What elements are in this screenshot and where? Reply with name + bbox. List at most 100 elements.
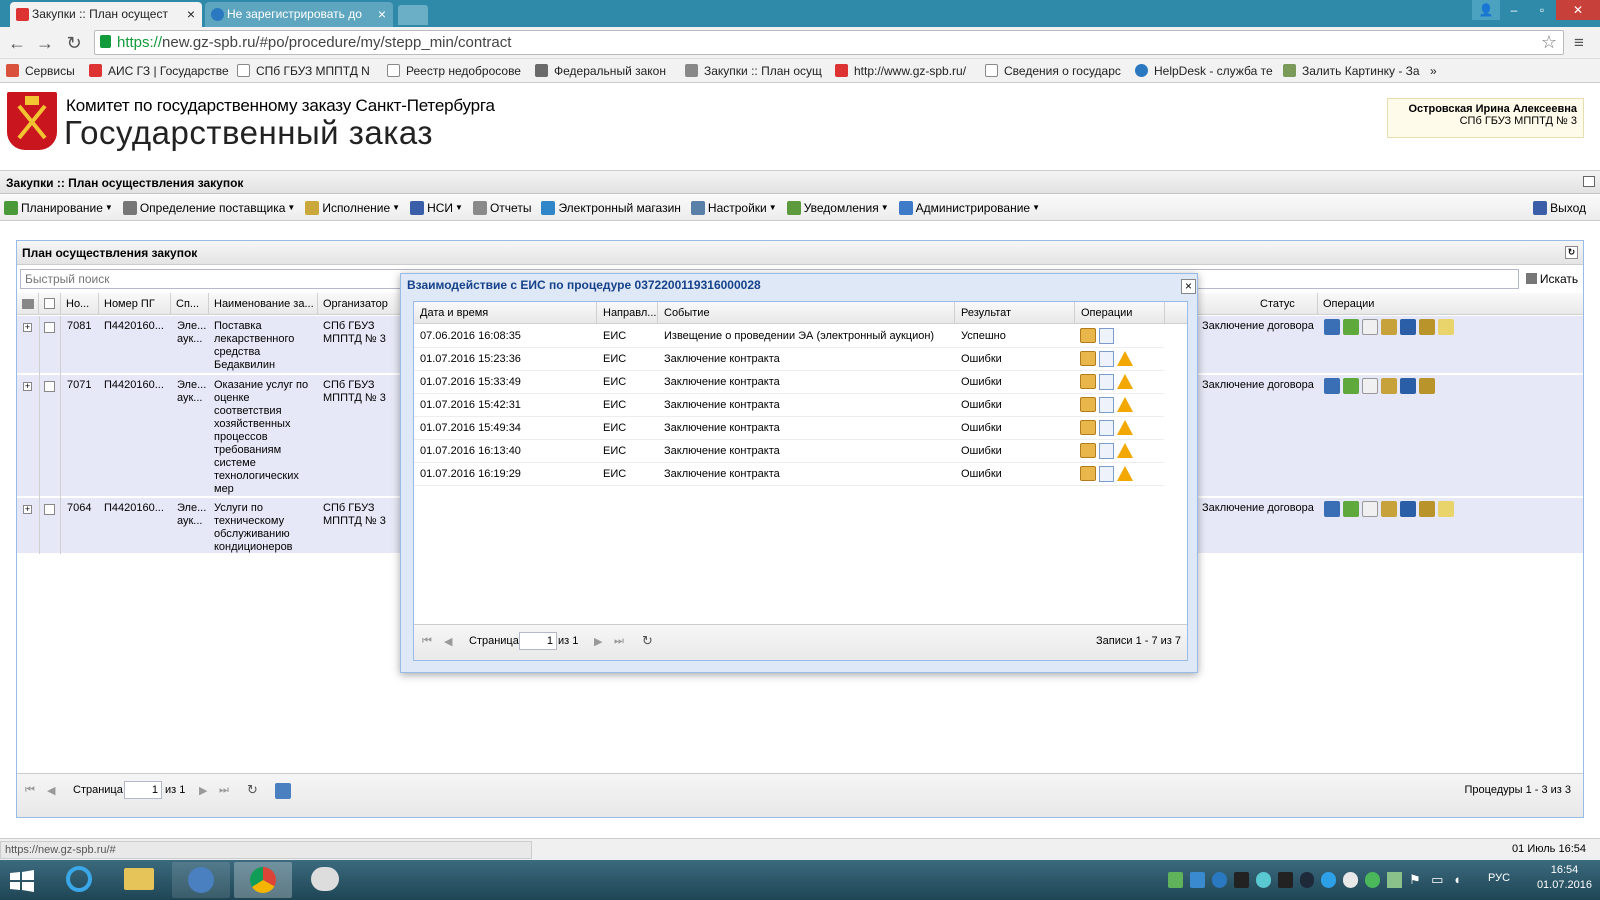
col-operations[interactable]: Операции — [1318, 293, 1583, 315]
menu-item[interactable]: Электронный магазин — [541, 200, 681, 215]
thunderbird-icon[interactable] — [172, 862, 230, 898]
language-indicator[interactable]: РУС — [1488, 872, 1510, 884]
menu-item[interactable]: Настройки ▼ — [690, 200, 777, 215]
col-datetime[interactable]: Дата и время — [414, 302, 597, 324]
first-page-icon[interactable]: ⏮ — [25, 784, 35, 797]
row-operation-icon[interactable] — [1324, 501, 1340, 517]
bookmark-item[interactable]: АИС ГЗ | Государстве — [89, 64, 237, 78]
document-icon[interactable] — [1099, 466, 1114, 482]
col-direction[interactable]: Направл... — [597, 302, 658, 324]
last-page-icon[interactable]: ⏭ — [219, 784, 229, 797]
row-operation-icon[interactable] — [1381, 378, 1397, 394]
col-result[interactable]: Результат — [955, 302, 1075, 324]
refresh-icon[interactable]: ↻ — [247, 782, 258, 798]
next-page-icon[interactable]: ▶ — [199, 784, 207, 797]
bookmark-item[interactable]: Федеральный закон — [535, 64, 685, 78]
volume-icon[interactable]: ◖ — [1453, 872, 1468, 888]
windows-start-icon[interactable] — [10, 870, 34, 892]
document-icon[interactable] — [1099, 328, 1114, 344]
select-all-checkbox[interactable] — [44, 298, 55, 309]
tray-app-icon[interactable] — [1299, 872, 1315, 888]
first-page-icon[interactable]: ⏮ — [422, 635, 432, 648]
menu-item[interactable]: Определение поставщика ▼ — [122, 200, 295, 215]
bookmark-item[interactable]: HelpDesk - служба те — [1135, 64, 1283, 78]
warning-icon[interactable] — [1117, 397, 1133, 412]
page-number-input[interactable]: 1 — [124, 781, 162, 799]
table-row[interactable]: 01.07.2016 15:49:34 ЕИС Заключение контрак… — [414, 417, 1164, 440]
row-operation-icon[interactable] — [1343, 378, 1359, 394]
next-page-icon[interactable]: ▶ — [594, 635, 602, 648]
row-operation-icon[interactable] — [1362, 378, 1378, 394]
col-name[interactable]: Наименование за... — [209, 293, 318, 315]
row-operation-icon[interactable] — [1324, 378, 1340, 394]
chrome-icon[interactable] — [234, 862, 292, 898]
tray-app-icon[interactable] — [1168, 872, 1183, 888]
tray-app-icon[interactable] — [1189, 872, 1205, 888]
explorer-icon[interactable] — [110, 862, 168, 898]
package-icon[interactable] — [1080, 397, 1096, 412]
close-dialog-button[interactable]: × — [1181, 279, 1196, 294]
bookmark-star-icon[interactable]: ☆ — [1541, 32, 1557, 53]
tray-app-icon[interactable] — [1233, 872, 1249, 888]
row-operation-icon[interactable] — [1362, 501, 1378, 517]
warning-icon[interactable] — [1117, 374, 1133, 389]
table-row[interactable]: 01.07.2016 16:13:40 ЕИС Заключение контрак… — [414, 440, 1164, 463]
tray-app-icon[interactable] — [1365, 872, 1381, 888]
warning-icon[interactable] — [1117, 351, 1133, 366]
reload-icon[interactable]: ↻ — [63, 32, 85, 54]
row-operation-icon[interactable] — [1343, 319, 1359, 335]
page-number-input[interactable]: 1 — [519, 632, 557, 650]
display-icon[interactable]: ▭ — [1431, 872, 1446, 888]
tray-app-icon[interactable] — [1343, 872, 1359, 888]
prev-page-icon[interactable]: ◀ — [444, 635, 452, 648]
last-page-icon[interactable]: ⏭ — [614, 635, 624, 648]
close-window-icon[interactable]: ✕ — [1556, 0, 1600, 20]
row-operation-icon[interactable] — [1419, 378, 1435, 394]
col-number[interactable]: Но... — [61, 293, 99, 315]
refresh-panel-icon[interactable]: ↻ — [1565, 246, 1578, 259]
table-row[interactable]: 01.07.2016 16:19:29 ЕИС Заключение контрак… — [414, 463, 1164, 486]
row-operation-icon[interactable] — [1343, 501, 1359, 517]
table-row[interactable]: 01.07.2016 15:42:31 ЕИС Заключение контрак… — [414, 394, 1164, 417]
collapse-panel-icon[interactable] — [1583, 176, 1595, 187]
prev-page-icon[interactable]: ◀ — [47, 784, 55, 797]
skype-icon[interactable] — [1321, 872, 1337, 888]
expand-row-icon[interactable]: + — [23, 382, 32, 391]
menu-item[interactable]: НСИ ▼ — [410, 200, 463, 215]
save-icon[interactable] — [275, 783, 291, 799]
document-icon[interactable] — [1099, 397, 1114, 413]
expand-row-icon[interactable]: + — [23, 323, 32, 332]
bookmark-item[interactable]: Сервисы — [6, 64, 89, 78]
profile-icon[interactable]: 👤 — [1472, 0, 1500, 20]
chrome-menu-icon[interactable]: ≡ — [1574, 33, 1584, 53]
package-icon[interactable] — [1080, 374, 1096, 389]
back-icon[interactable]: ← — [6, 32, 28, 54]
document-icon[interactable] — [1099, 443, 1114, 459]
close-tab-icon[interactable]: × — [378, 2, 386, 27]
document-icon[interactable] — [1099, 351, 1114, 367]
bookmark-item[interactable]: Залить Картинку - За — [1283, 64, 1430, 78]
row-operation-icon[interactable] — [1400, 501, 1416, 517]
network-icon[interactable] — [1387, 872, 1403, 888]
row-operation-icon[interactable] — [1362, 319, 1378, 335]
flag-icon[interactable]: ⚑ — [1409, 872, 1424, 888]
table-row[interactable]: 01.07.2016 15:23:36 ЕИС Заключение контрак… — [414, 348, 1164, 371]
col-event[interactable]: Событие — [658, 302, 955, 324]
package-icon[interactable] — [1080, 328, 1096, 343]
url-input[interactable]: https://new.gz-spb.ru/#po/procedure/my/s… — [94, 30, 1564, 55]
row-operation-icon[interactable] — [1419, 319, 1435, 335]
ie-icon[interactable] — [50, 862, 108, 898]
expand-row-icon[interactable]: + — [23, 505, 32, 514]
forward-icon[interactable]: → — [34, 32, 56, 54]
minimize-icon[interactable]: – — [1500, 0, 1528, 20]
package-icon[interactable] — [1080, 420, 1096, 435]
col-method[interactable]: Сп... — [171, 293, 209, 315]
browser-tab-active[interactable]: Закупки :: План осущест × — [10, 2, 202, 27]
warning-icon[interactable] — [1117, 466, 1133, 481]
menu-item[interactable]: Администрирование ▼ — [898, 200, 1040, 215]
row-operation-icon[interactable] — [1381, 501, 1397, 517]
warning-icon[interactable] — [1117, 443, 1133, 458]
filter-column[interactable] — [17, 293, 39, 315]
bookmark-item[interactable]: Сведения о государс — [985, 64, 1135, 78]
menu-item[interactable]: Планирование ▼ — [4, 200, 113, 215]
